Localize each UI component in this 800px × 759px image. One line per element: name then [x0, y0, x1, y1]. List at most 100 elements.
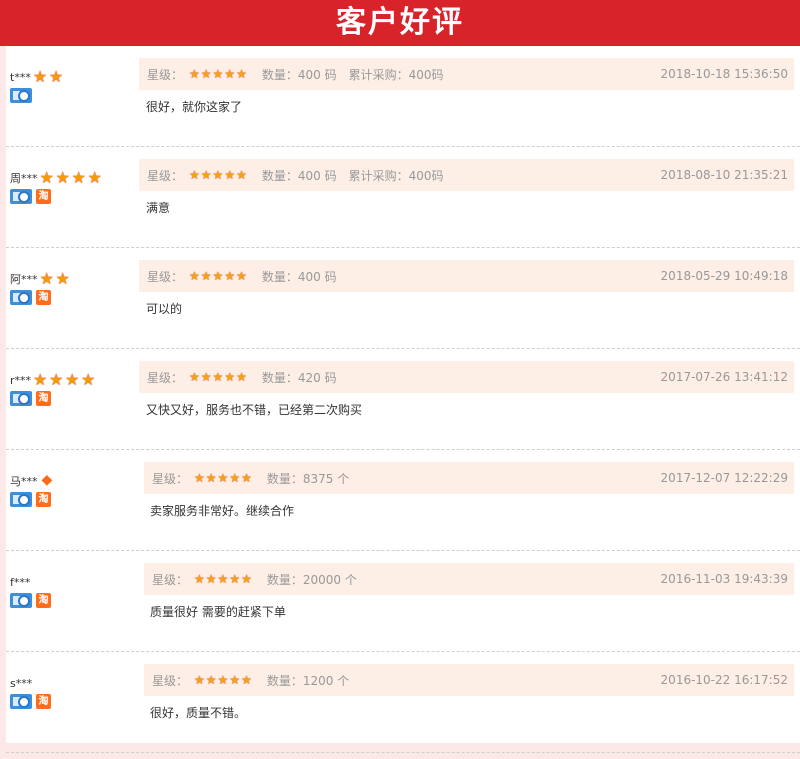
rating-star-icon: ★	[205, 471, 217, 485]
medal-star-icon	[56, 168, 71, 187]
reviewer-info: 周*** 淘	[10, 168, 140, 204]
reviewer-badges: 淘	[10, 391, 140, 406]
star-rating-label: 星级：	[147, 67, 184, 82]
rating-star-icon: ★	[229, 471, 241, 485]
reviewer-badges: 淘	[10, 593, 140, 608]
rating-star-icon: ★	[217, 572, 229, 586]
rating-star-icon: ★	[224, 67, 236, 81]
reviewer-badges: 淘	[10, 290, 140, 305]
review-comment: 很好，质量不错。	[150, 706, 247, 720]
medal-star-icon	[40, 269, 55, 288]
review-row: f*** 淘星级： ★ ★ ★ ★ ★ 数量：20000 个 2016-11-03 19:43:…	[6, 551, 800, 652]
reviewer-name: 阿***	[10, 273, 38, 286]
taobao-icon: 淘	[36, 492, 51, 507]
id-verified-icon	[10, 189, 32, 204]
rating-star-icon: ★	[212, 67, 224, 81]
review-comment: 满意	[146, 201, 171, 215]
reviewer-name: f***	[10, 575, 31, 589]
star-rating: ★ ★ ★ ★ ★	[194, 673, 253, 687]
review-date: 2017-12-07 12:22:29	[660, 471, 788, 485]
reviewer-badges: 淘	[10, 189, 140, 204]
reviewer-name: 马***	[10, 475, 38, 488]
rating-star-icon: ★	[224, 168, 236, 182]
review-date: 2016-11-03 19:43:39	[660, 572, 788, 586]
rating-star-icon: ★	[205, 572, 217, 586]
star-rating-label: 星级：	[152, 673, 189, 688]
review-row: 马***淘星级：★★★★★数量：8375 个2017-12-07 12:22:2…	[6, 450, 800, 551]
medal-star-icon	[33, 67, 48, 86]
reviewer-name: r***	[10, 373, 32, 387]
rating-star-icon: ★	[217, 673, 229, 687]
reviewer-name: t***	[10, 70, 31, 84]
reviewer-name-line: 阿***	[10, 269, 140, 288]
rating-star-icon: ★	[217, 471, 229, 485]
reviewer-info: t***	[10, 67, 140, 103]
reviewer-name: s***	[10, 676, 33, 690]
page-title: 客户好评	[336, 5, 464, 40]
star-rating: ★ ★ ★ ★ ★	[194, 572, 253, 586]
review-row: r***淘星级：★★★★★数量：420 码2017-07-26 13:41:12…	[6, 349, 800, 450]
rating-star-icon: ★	[229, 673, 241, 687]
rating-star-icon: ★	[189, 67, 200, 81]
review-info-bar: 星级： ★ ★ ★ ★ ★ 数量：20000 个 2016-11-03 19:43:39	[144, 563, 794, 595]
id-verified-icon	[10, 492, 32, 507]
rating-star-icon: ★	[224, 370, 236, 384]
review-comment: 卖家服务非常好。继续合作	[150, 504, 295, 518]
star-rating: ★ ★ ★ ★ ★	[189, 168, 248, 182]
reviewer-info: s*** 淘	[10, 674, 140, 709]
page-header: 客户好评	[0, 0, 800, 46]
reviewer-info: r*** 淘	[10, 370, 140, 406]
star-rating-label: 星级：	[147, 269, 184, 284]
review-comment: 质量很好 需要的赶紧下单	[150, 605, 286, 619]
rating-star-icon: ★	[224, 269, 236, 283]
rating-star-icon: ★	[241, 572, 252, 586]
review-date: 2017-07-26 13:41:12	[660, 370, 788, 384]
rating-star-icon: ★	[236, 269, 247, 283]
quantity: 数量：420 码	[261, 370, 337, 385]
reviewer-name-line: s***	[10, 674, 140, 692]
rating-star-icon: ★	[189, 269, 200, 283]
star-rating: ★ ★ ★ ★ ★	[189, 370, 248, 384]
medal-star-icon	[33, 370, 48, 389]
star-rating: ★ ★ ★ ★ ★	[189, 67, 248, 81]
reviewer-badges: 淘	[10, 694, 140, 709]
quantity: 数量：400 码	[261, 67, 337, 82]
medal-star-icon	[49, 67, 64, 86]
taobao-icon: 淘	[36, 391, 51, 406]
review-info-bar: 星级： ★ ★ ★ ★ ★ 数量：400 码 2018-05-29 10:49:18	[139, 260, 794, 292]
rating-star-icon: ★	[212, 269, 224, 283]
reviewer-name-line: t***	[10, 67, 140, 86]
cumulative-purchase: 累计采购：400码	[348, 67, 444, 82]
rating-star-icon: ★	[200, 370, 212, 384]
medal-star-icon	[49, 370, 64, 389]
id-verified-icon	[10, 88, 32, 103]
star-rating: ★ ★ ★ ★ ★	[194, 471, 253, 485]
reviewer-name-line: 周***	[10, 168, 140, 187]
review-comment: 很好，就你这家了	[146, 100, 243, 114]
medal-star-icon	[81, 370, 96, 389]
diamond-icon	[42, 472, 56, 488]
medal-star-icon	[65, 370, 80, 389]
medal-star-icon	[56, 269, 71, 288]
review-info-bar: 星级： ★ ★ ★ ★ ★ 数量：400 码累计采购：400码 2018-08-10 21:3…	[139, 159, 794, 191]
id-verified-icon	[10, 290, 32, 305]
review-comment: 又快又好，服务也不错，已经第二次购买	[146, 403, 363, 417]
quantity: 数量：20000 个	[266, 572, 357, 587]
review-date: 2018-05-29 10:49:18	[660, 269, 788, 283]
rating-star-icon: ★	[236, 370, 247, 384]
review-list: t***星级：★★★★★数量：400 码累计采购：400码2018-10-18 …	[6, 46, 800, 753]
rating-star-icon: ★	[229, 572, 241, 586]
reviewer-name-line: r***	[10, 370, 140, 389]
rating-star-icon: ★	[194, 471, 205, 485]
rating-star-icon: ★	[236, 168, 247, 182]
review-row: 周***淘星级：★★★★★数量：400 码累计采购：400码2018-08-10…	[6, 147, 800, 248]
star-rating-label: 星级：	[147, 168, 184, 183]
reviewer-name: 周***	[10, 172, 38, 185]
review-date: 2018-10-18 15:36:50	[660, 67, 788, 81]
quantity: 数量：8375 个	[266, 471, 350, 486]
taobao-icon: 淘	[36, 694, 51, 709]
review-date: 2018-08-10 21:35:21	[660, 168, 788, 182]
rating-star-icon: ★	[194, 572, 205, 586]
star-rating: ★ ★ ★ ★ ★	[189, 269, 248, 283]
reviewer-info: 马*** 淘	[10, 472, 140, 507]
